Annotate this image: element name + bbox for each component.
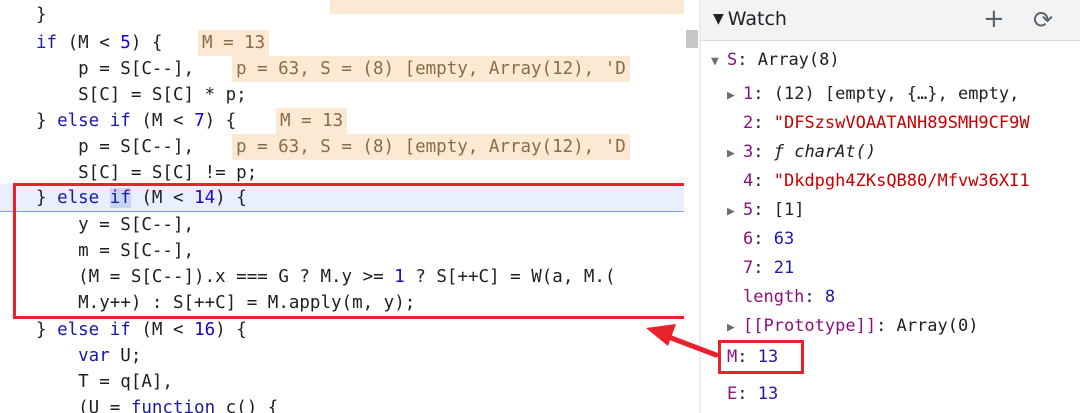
watch-item-3[interactable]: ▶ 3: ƒ charAt() — [727, 138, 876, 166]
watch-item-5[interactable]: ▶ 5: [1] — [727, 196, 804, 224]
watch-item-2[interactable]: 2: "DFSzswVOAATANH89SMH9CF9W — [743, 109, 1030, 137]
watch-value: [1] — [773, 200, 805, 220]
watch-item-prototype[interactable]: ▶ [[Prototype]]: Array(0) — [727, 312, 978, 340]
code-line: var U; — [0, 343, 684, 369]
inline-value-hint: M = 13 — [276, 108, 348, 134]
number: 5 — [120, 33, 131, 53]
watch-key: S — [727, 50, 738, 70]
watch-key: 6 — [743, 229, 754, 249]
collapsed-triangle-icon: ▶ — [727, 146, 735, 161]
watch-header[interactable]: ▼ Watch + ⟳ — [701, 0, 1080, 41]
watch-value: ƒ charAt() — [773, 142, 877, 162]
code-text: ) { — [215, 320, 247, 340]
scrollbar-thumb[interactable] — [686, 30, 698, 48]
separator: : — [737, 384, 758, 404]
collapsed-triangle-icon: ▶ — [727, 204, 735, 219]
keyword: var — [36, 346, 110, 366]
highlight-box-code — [13, 183, 684, 319]
code-text: ) { — [204, 111, 237, 131]
watch-key: 7 — [743, 258, 754, 278]
inline-value-hint: p = 63, S = (8) [empty, Array(12), 'D — [232, 134, 630, 160]
keyword: else if — [57, 111, 131, 131]
watch-item-7[interactable]: 7: 21 — [743, 254, 794, 282]
code-line: } else if (M < 7) { M = 13 — [0, 108, 684, 134]
code-line: p = S[C--], p = 63, S = (8) [empty, Arra… — [0, 56, 684, 82]
watch-title[interactable]: ▼ Watch — [713, 8, 787, 30]
code-text: T = q[A], — [36, 372, 173, 392]
code-text: } — [36, 111, 58, 131]
watch-item-E[interactable]: E: 13 — [727, 380, 778, 408]
number: 16 — [194, 320, 216, 340]
code-text: (U = — [36, 398, 131, 413]
watch-value: "Dkdpgh4ZKsQB80/Mfvw36XI1 — [773, 171, 1030, 191]
watch-item-length[interactable]: length: 8 — [743, 283, 835, 311]
watch-value: Array(8) — [757, 50, 840, 70]
watch-key: [[Prototype]] — [743, 316, 877, 336]
code-line: } — [0, 0, 684, 28]
code-editor[interactable]: } if (M < 5) { M = 13 p = S[C--], p = 63… — [0, 0, 684, 413]
keyword: else if — [57, 320, 131, 340]
watch-key: length — [743, 287, 805, 307]
keyword: if — [36, 33, 58, 53]
code-text: S[C] = S[C] * p; — [36, 85, 247, 105]
code-line: } else if (M < 16) { — [0, 317, 684, 343]
separator: : — [753, 113, 774, 133]
code-line: S[C] = S[C] * p; — [0, 82, 684, 108]
code-text: } — [36, 320, 58, 340]
add-expression-icon[interactable]: + — [983, 4, 1005, 34]
watch-value: 21 — [773, 258, 795, 278]
separator: : — [753, 171, 774, 191]
watch-panel: ▼ Watch + ⟳ ▼ S: Array(8) ▶ 1: (12) [empty,… — [701, 0, 1080, 413]
expanded-triangle-icon: ▼ — [711, 54, 719, 69]
separator: : — [753, 258, 774, 278]
code-text: } — [36, 5, 47, 25]
code-text: (M < — [57, 33, 121, 53]
watch-key: 1 — [743, 84, 754, 104]
code-line: T = q[A], — [0, 369, 684, 395]
number: 7 — [194, 111, 205, 131]
inline-value-hint: p = 63, S = (8) [empty, Array(12), 'D — [232, 56, 630, 82]
code-text: p = S[C--], — [36, 137, 195, 157]
refresh-icon[interactable]: ⟳ — [1033, 6, 1053, 34]
watch-value: Array(0) — [896, 316, 979, 336]
code-line: if (M < 5) { M = 13 — [0, 30, 684, 56]
watch-value: 8 — [824, 287, 836, 307]
inline-value-hint — [330, 0, 684, 14]
watch-key: 5 — [743, 200, 754, 220]
watch-value: (12) [empty, {…}, empty, — [773, 84, 1020, 104]
separator: : — [804, 287, 825, 307]
watch-key: 4 — [743, 171, 754, 191]
collapse-triangle-icon: ▼ — [713, 11, 724, 27]
code-line: (U = function c() { — [0, 395, 684, 413]
code-text: (M < — [130, 320, 195, 340]
separator: : — [753, 84, 774, 104]
code-text: U; — [109, 346, 142, 366]
watch-key: E — [727, 384, 738, 404]
code-text: p = S[C--], — [36, 59, 195, 79]
collapsed-triangle-icon: ▶ — [727, 320, 735, 335]
separator: : — [753, 229, 774, 249]
watch-value: "DFSzswVOAATANH89SMH9CF9W — [773, 113, 1030, 133]
highlight-box-watch — [718, 340, 804, 374]
separator: : — [753, 142, 774, 162]
code-text: c() { — [215, 398, 279, 413]
watch-key: 3 — [743, 142, 754, 162]
keyword: function — [130, 398, 216, 413]
watch-item-S[interactable]: ▼ S: Array(8) — [711, 46, 840, 74]
code-line: p = S[C--], p = 63, S = (8) [empty, Arra… — [0, 134, 684, 160]
separator: : — [876, 316, 897, 336]
separator: : — [753, 200, 774, 220]
watch-key: 2 — [743, 113, 754, 133]
watch-item-1[interactable]: ▶ 1: (12) [empty, {…}, empty, — [727, 80, 1019, 108]
code-text: ) { — [130, 33, 163, 53]
code-text: (M < — [130, 111, 195, 131]
collapsed-triangle-icon: ▶ — [727, 88, 735, 103]
inline-value-hint: M = 13 — [198, 30, 270, 56]
watch-item-4[interactable]: 4: "Dkdpgh4ZKsQB80/Mfvw36XI1 — [743, 167, 1030, 195]
watch-value: 63 — [773, 229, 795, 249]
separator: : — [737, 50, 758, 70]
watch-item-6[interactable]: 6: 63 — [743, 225, 794, 253]
watch-title-label: Watch — [727, 8, 787, 30]
watch-value: 13 — [757, 384, 779, 404]
